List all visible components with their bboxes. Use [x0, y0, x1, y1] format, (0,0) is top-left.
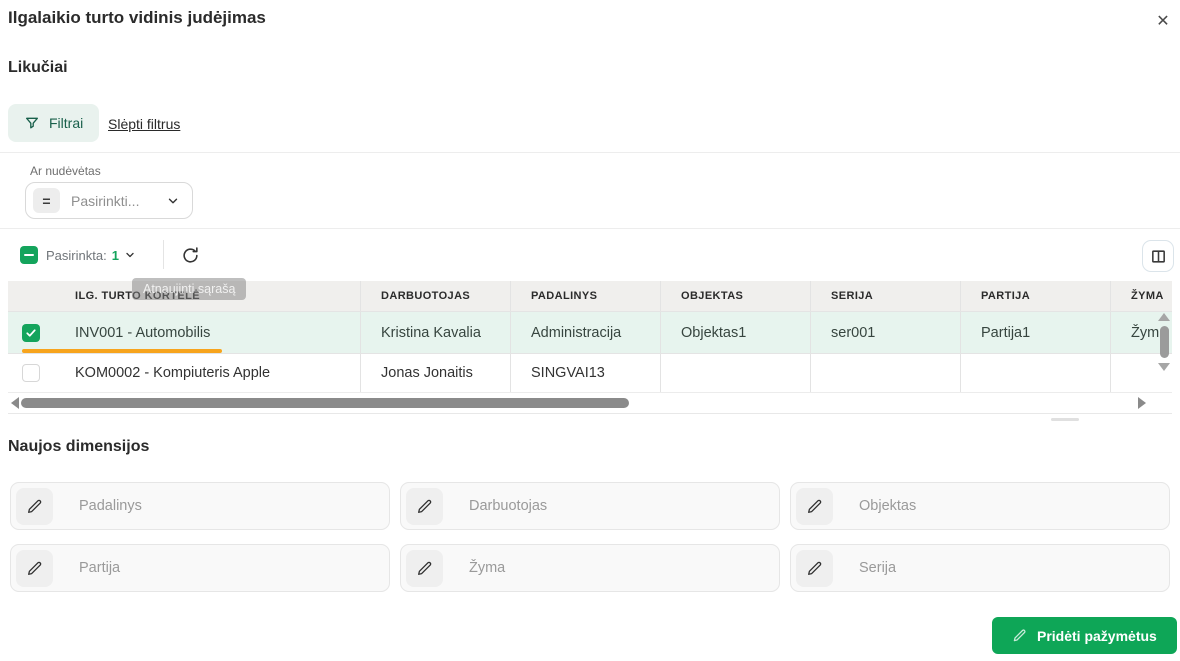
filters-button-label: Filtrai: [49, 115, 84, 131]
likuciai-heading: Likučiai: [8, 59, 68, 76]
refresh-icon: [182, 246, 198, 263]
vertical-scrollbar-thumb[interactable]: [1159, 326, 1169, 358]
dimension-field-partija[interactable]: Partija: [10, 544, 390, 592]
cell-batch[interactable]: Partija1: [960, 312, 1110, 353]
filter-value-placeholder: Pasirinkti...: [71, 192, 140, 209]
pencil-icon: [16, 549, 53, 587]
cell-department[interactable]: SINGVAI13: [510, 354, 660, 392]
funnel-icon: [24, 115, 40, 131]
field-placeholder: Darbuotojas: [469, 498, 548, 514]
refresh-tooltip: Atnaujinti sąrašą: [132, 278, 247, 300]
refresh-button[interactable]: [178, 243, 202, 267]
pencil-icon: [796, 487, 833, 525]
modal-fixed-asset-internal-movement: Ilgalaikio turto vidinis judėjimas ✕ Lik…: [0, 0, 1180, 661]
scroll-up-arrow-icon[interactable]: [1158, 313, 1170, 321]
field-placeholder: Serija: [859, 560, 897, 576]
dimensions-heading: Naujos dimensijos: [8, 438, 150, 455]
column-header[interactable]: PADALINYS: [510, 281, 660, 311]
cell-object[interactable]: Objektas1: [660, 312, 810, 353]
pencil-icon: [16, 487, 53, 525]
indeterminate-minus-icon: [24, 253, 34, 257]
assets-table: ILG. TURTO KORTELĖ DARBUOTOJAS PADALINYS…: [8, 281, 1172, 414]
cell-asset-card[interactable]: INV001 - Automobilis: [8, 312, 360, 353]
pencil-icon: [406, 487, 443, 525]
field-placeholder: Padalinys: [79, 498, 142, 514]
scroll-right-arrow-icon[interactable]: [1138, 397, 1146, 409]
selected-label: Pasirinkta:: [46, 247, 107, 263]
cell-employee[interactable]: Kristina Kavalia: [360, 312, 510, 353]
column-header[interactable]: PARTIJA: [960, 281, 1110, 311]
add-selected-button-label: Pridėti pažymėtus: [1037, 627, 1157, 644]
dimension-field-padalinys[interactable]: Padalinys: [10, 482, 390, 530]
column-header[interactable]: OBJEKTAS: [660, 281, 810, 311]
scroll-left-arrow-icon[interactable]: [11, 397, 19, 409]
row-highlight-underline: [22, 349, 222, 353]
cell-employee[interactable]: Jonas Jonaitis: [360, 354, 510, 392]
modal-title: Ilgalaikio turto vidinis judėjimas: [8, 8, 266, 27]
column-header[interactable]: SERIJA: [810, 281, 960, 311]
dimension-field-serija[interactable]: Serija: [790, 544, 1170, 592]
filter-value-select[interactable]: = Pasirinkti...: [25, 182, 193, 219]
divider: [0, 228, 1180, 229]
column-header[interactable]: ŽYMA: [1110, 281, 1172, 311]
columns-icon: [1151, 249, 1165, 263]
selected-count: 1: [111, 247, 119, 263]
column-header[interactable]: DARBUOTOJAS: [360, 281, 510, 311]
chevron-down-icon: [166, 194, 180, 208]
cell-series[interactable]: [810, 354, 960, 392]
check-icon: [26, 328, 36, 337]
horizontal-scrollbar-thumb[interactable]: [21, 398, 629, 408]
close-icon[interactable]: ✕: [1150, 8, 1176, 34]
dimension-field-zyma[interactable]: Žyma: [400, 544, 780, 592]
field-placeholder: Žyma: [469, 560, 506, 576]
divider: [0, 152, 1180, 153]
table-row[interactable]: INV001 - Automobilis Kristina Kavalia Ad…: [8, 311, 1172, 353]
dimension-field-darbuotojas[interactable]: Darbuotojas: [400, 482, 780, 530]
cell-object[interactable]: [660, 354, 810, 392]
selected-count-dropdown[interactable]: Pasirinkta: 1: [46, 244, 136, 266]
filter-field-label: Ar nudėvėtas: [30, 164, 101, 178]
field-placeholder: Objektas: [859, 498, 917, 514]
vertical-scrollbar[interactable]: [1156, 313, 1172, 389]
cell-series[interactable]: ser001: [810, 312, 960, 353]
pencil-icon: [1012, 628, 1027, 643]
table-row[interactable]: KOM0002 - Kompiuteris Apple Jonas Jonait…: [8, 353, 1172, 392]
column-settings-button[interactable]: [1142, 240, 1174, 272]
pencil-icon: [406, 549, 443, 587]
scroll-down-arrow-icon[interactable]: [1158, 363, 1170, 371]
row-checkbox-checked[interactable]: [22, 323, 40, 342]
horizontal-scrollbar[interactable]: [8, 392, 1172, 413]
field-placeholder: Partija: [79, 560, 121, 576]
hide-filters-link[interactable]: Slėpti filtrus: [108, 116, 180, 132]
dimension-field-objektas[interactable]: Objektas: [790, 482, 1170, 530]
pencil-icon: [796, 549, 833, 587]
filters-button[interactable]: Filtrai: [8, 104, 100, 142]
row-checkbox-unchecked[interactable]: [22, 364, 40, 382]
cell-department[interactable]: Administracija: [510, 312, 660, 353]
cell-asset-card[interactable]: KOM0002 - Kompiuteris Apple: [8, 354, 360, 392]
table-resize-handle[interactable]: [1051, 418, 1079, 421]
cell-batch[interactable]: [960, 354, 1110, 392]
add-selected-button[interactable]: Pridėti pažymėtus: [992, 617, 1177, 654]
chevron-down-icon: [124, 249, 136, 261]
select-all-checkbox[interactable]: [20, 246, 38, 264]
toolbar-divider: [163, 240, 164, 269]
equals-operator-icon[interactable]: =: [33, 188, 60, 213]
